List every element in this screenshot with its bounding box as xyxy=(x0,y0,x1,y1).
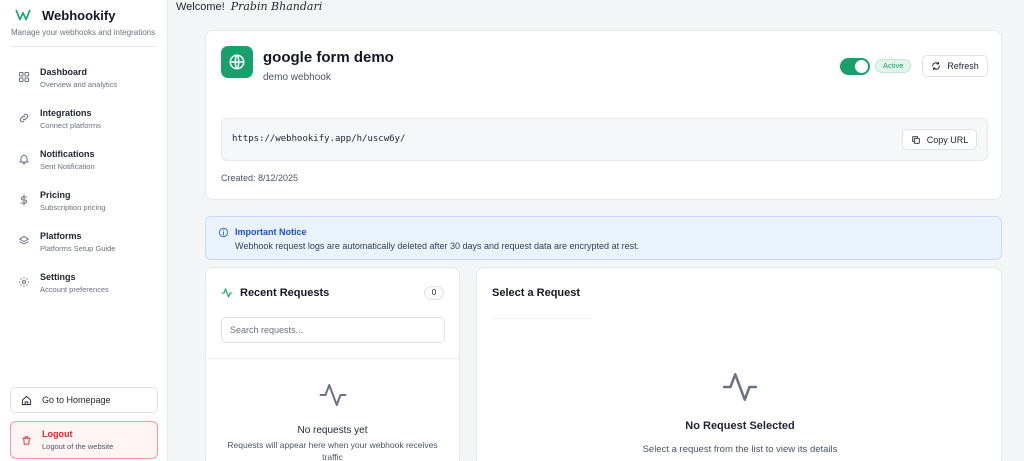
sidebar-item-label: Notifications xyxy=(40,149,95,159)
divider xyxy=(206,358,459,359)
logout-sub: Logout of the website xyxy=(42,442,114,451)
created-date: Created: 8/12/2025 xyxy=(221,173,299,183)
info-icon xyxy=(218,227,229,238)
brand-tagline: Manage your webhooks and integrations xyxy=(11,28,156,37)
notice-title: Important Notice xyxy=(235,227,307,237)
request-count-badge: 0 xyxy=(424,286,444,300)
sidebar-item-integrations[interactable]: Integrations Connect platforms xyxy=(10,101,160,141)
activity-icon xyxy=(722,373,758,401)
no-request-selected-subtitle: Select a request from the list to view i… xyxy=(642,444,838,455)
sidebar-item-sub: Platforms Setup Guide xyxy=(40,244,116,253)
sidebar-item-settings[interactable]: Settings Account preferences xyxy=(10,265,160,305)
link-icon xyxy=(19,113,29,123)
webhook-avatar xyxy=(221,46,253,78)
logout-button[interactable]: Logout Logout of the website xyxy=(10,421,158,459)
grid-icon xyxy=(19,72,29,82)
sidebar-item-label: Dashboard xyxy=(40,67,88,77)
webhook-description: demo webhook xyxy=(263,72,331,83)
refresh-icon xyxy=(932,61,941,71)
important-notice: Important Notice Webhook request logs ar… xyxy=(205,216,1002,260)
refresh-button[interactable]: Refresh xyxy=(922,55,988,77)
webhook-title: google form demo xyxy=(263,49,394,66)
webhookify-logo-icon xyxy=(15,9,31,21)
trash-icon xyxy=(22,435,31,445)
request-detail-title: Select a Request xyxy=(492,287,581,299)
webhook-url-box: https://webhookify.app/h/uscw6y/ Copy UR… xyxy=(221,118,988,161)
sidebar-item-sub: Overview and analytics xyxy=(40,80,118,89)
sidebar-item-label: Integrations xyxy=(40,108,92,118)
globe-icon xyxy=(229,54,245,70)
copy-url-label: Copy URL xyxy=(926,134,969,145)
home-icon xyxy=(21,395,32,405)
activity-icon xyxy=(319,384,347,406)
dollar-icon xyxy=(20,194,27,206)
recent-requests-title: Recent Requests xyxy=(240,287,330,299)
sidebar-item-dashboard[interactable]: Dashboard Overview and analytics xyxy=(10,60,160,100)
user-name: Prabin Bhandari xyxy=(230,0,323,13)
copy-icon xyxy=(911,135,920,144)
sidebar-item-label: Pricing xyxy=(40,190,71,200)
recent-requests-panel: Recent Requests 0 No requests yet Reques… xyxy=(205,267,460,461)
webhook-active-toggle[interactable] xyxy=(840,58,870,75)
divider xyxy=(492,318,592,319)
gear-icon xyxy=(19,277,29,287)
sidebar-item-sub: Sent Notification xyxy=(40,162,95,171)
no-request-selected-title: No Request Selected xyxy=(685,420,795,432)
layers-icon xyxy=(19,236,29,245)
webhook-url[interactable]: https://webhookify.app/h/uscw6y/ xyxy=(232,134,405,144)
sidebar-item-pricing[interactable]: Pricing Subscription pricing xyxy=(10,183,160,223)
welcome-label: Welcome! xyxy=(176,1,225,13)
bell-icon xyxy=(18,155,30,165)
sidebar-item-sub: Subscription pricing xyxy=(40,203,106,212)
brand[interactable]: Webhookify xyxy=(14,6,115,24)
go-to-homepage-button[interactable]: Go to Homepage xyxy=(10,387,158,413)
activity-icon xyxy=(221,288,233,298)
request-detail-panel: Select a Request No Request Selected Sel… xyxy=(476,267,1002,461)
sidebar-item-sub: Account preferences xyxy=(40,285,109,294)
sidebar-item-notifications[interactable]: Notifications Sent Notification xyxy=(10,142,160,182)
recent-requests-header: Recent Requests xyxy=(221,287,329,299)
go-to-homepage-label: Go to Homepage xyxy=(42,395,111,405)
sidebar-nav: Dashboard Overview and analytics Integra… xyxy=(10,60,160,306)
sidebar: Webhookify Manage your webhooks and inte… xyxy=(0,0,168,461)
brand-name: Webhookify xyxy=(42,7,116,23)
no-requests-subtitle: Requests will appear here when your webh… xyxy=(227,440,438,461)
sidebar-item-sub: Connect platforms xyxy=(40,121,101,130)
notice-text: Webhook request logs are automatically d… xyxy=(235,241,640,251)
welcome-greeting: Welcome! Prabin Bhandari xyxy=(176,0,322,13)
search-requests-input[interactable] xyxy=(221,317,445,343)
sidebar-item-label: Platforms xyxy=(40,231,82,241)
status-badge: Active xyxy=(875,59,912,73)
webhook-card: google form demo demo webhook Active Ref… xyxy=(205,30,1002,200)
refresh-label: Refresh xyxy=(947,61,979,71)
logout-label: Logout xyxy=(42,429,73,439)
sidebar-item-platforms[interactable]: Platforms Platforms Setup Guide xyxy=(10,224,160,264)
copy-url-button[interactable]: Copy URL xyxy=(902,129,977,150)
sidebar-item-label: Settings xyxy=(40,272,76,282)
no-requests-title: No requests yet xyxy=(297,425,368,436)
brand-divider xyxy=(10,46,156,47)
